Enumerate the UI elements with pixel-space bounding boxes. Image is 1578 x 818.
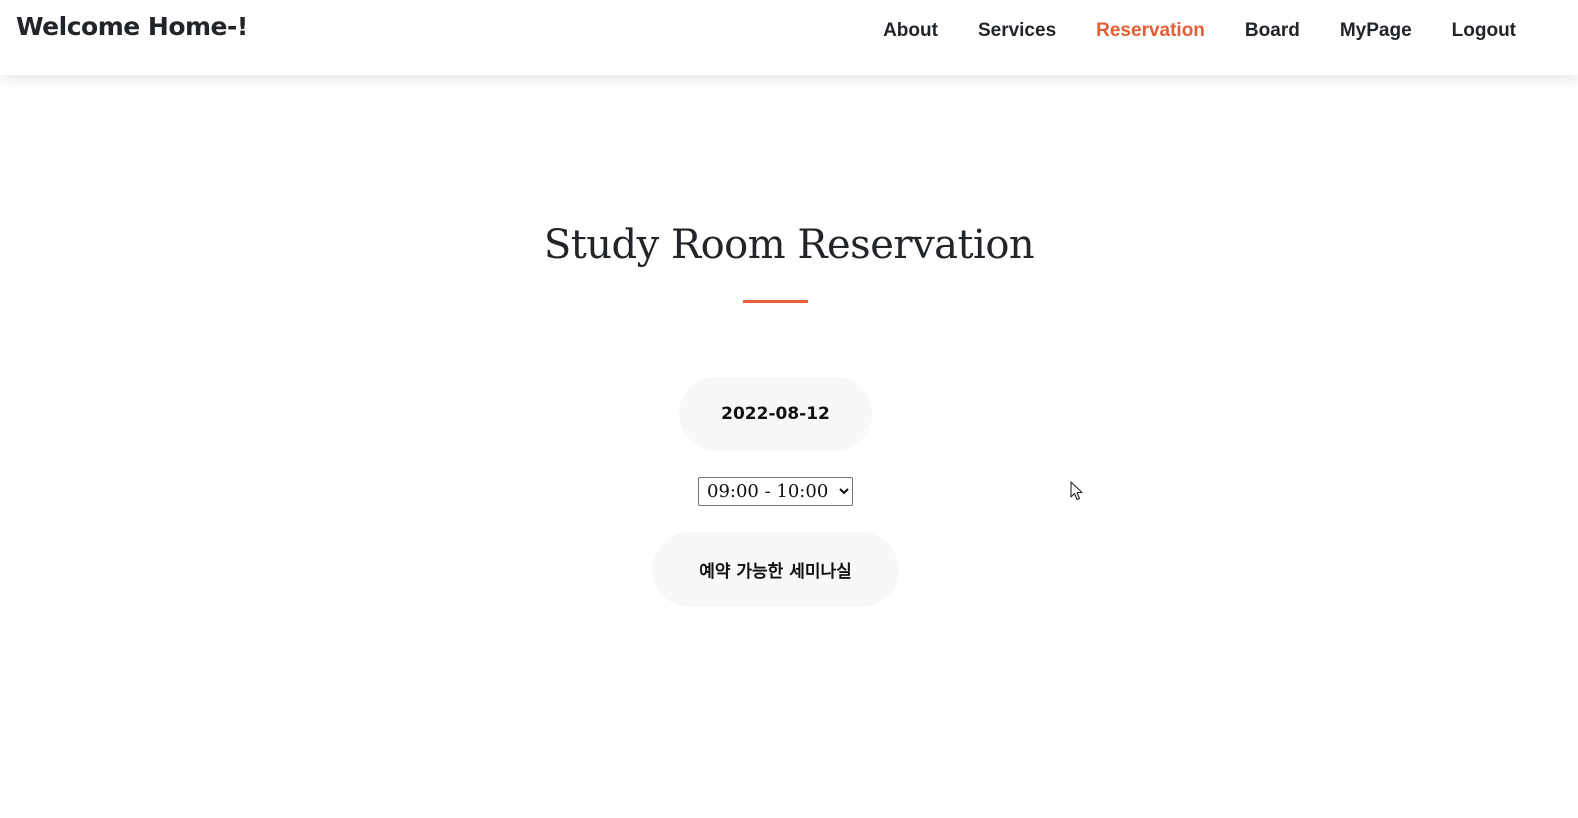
nav-item-board[interactable]: Board: [1245, 20, 1300, 42]
nav-item-about[interactable]: About: [883, 20, 938, 42]
nav-item-services[interactable]: Services: [978, 20, 1056, 42]
nav-item-logout[interactable]: Logout: [1452, 20, 1516, 42]
date-value: 2022-08-12: [721, 404, 830, 424]
nav-item-mypage[interactable]: MyPage: [1340, 20, 1412, 42]
reservation-section: Study Room Reservation 2022-08-12 09:00 …: [0, 75, 1578, 818]
title-divider: [743, 300, 808, 303]
mouse-pointer-icon: [1070, 481, 1083, 501]
date-display[interactable]: 2022-08-12: [679, 377, 872, 451]
available-rooms-button[interactable]: 예약 가능한 세미나실: [652, 532, 899, 607]
navbar: Welcome Home-! About Services Reservatio…: [0, 0, 1578, 75]
main-nav: About Services Reservation Board MyPage …: [883, 20, 1516, 42]
page-title: Study Room Reservation: [543, 222, 1035, 268]
time-slot-select[interactable]: 09:00 - 10:00: [698, 477, 853, 506]
brand-logo[interactable]: Welcome Home-!: [16, 12, 248, 41]
nav-item-reservation[interactable]: Reservation: [1096, 20, 1205, 42]
